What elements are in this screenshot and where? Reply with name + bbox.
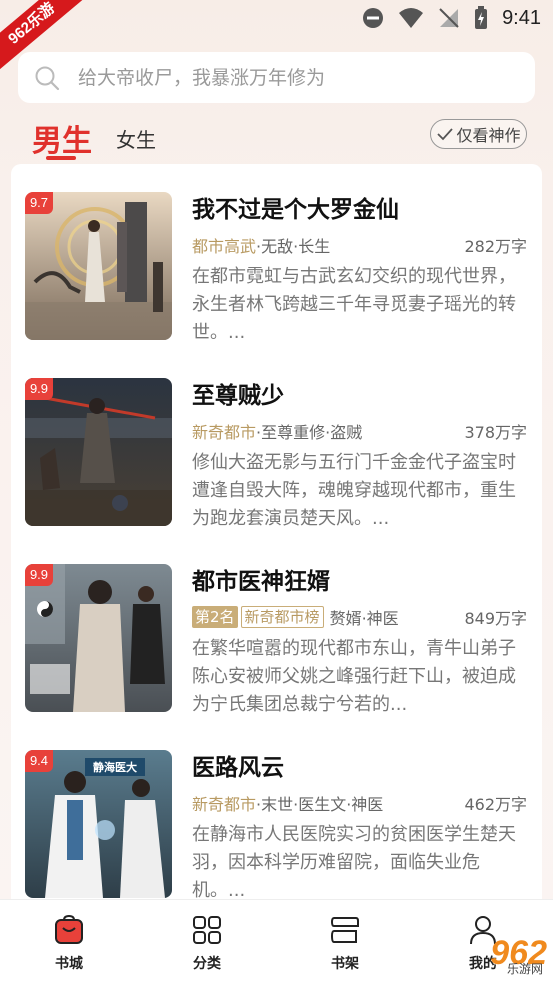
bottom-nav: 书城 分类 书架 我的: [0, 899, 553, 983]
book-title[interactable]: 至尊贼少: [192, 376, 284, 410]
rank-badge: 第2名: [192, 606, 238, 628]
book-tags: 赘婿·神医: [329, 609, 399, 628]
search-icon: [35, 66, 60, 90]
status-time: 9:41: [502, 6, 541, 29]
watermark-subtitle: 乐游网: [506, 962, 543, 976]
book-item[interactable]: 9.9 都市医神狂婿 第2名 新奇都市榜 赘婿·神医 849万字 在繁华喧嚣的现…: [11, 536, 542, 722]
book-title[interactable]: 都市医神狂婿: [192, 562, 330, 596]
book-tags: ·末世·医生文·神医: [256, 795, 384, 814]
book-genre: 新奇都市: [192, 423, 257, 442]
score-badge: 9.7: [25, 192, 53, 214]
do-not-disturb-icon: [363, 8, 384, 28]
nav-bookstore-label: 书城: [55, 956, 83, 972]
score-badge: 9.4: [25, 750, 53, 772]
book-title[interactable]: 医路风云: [192, 748, 284, 782]
book-tags: ·无敌·长生: [256, 237, 331, 256]
book-genre: 都市高武: [192, 237, 257, 256]
book-tags: ·至尊重修·盗贼: [256, 423, 363, 442]
search-input[interactable]: [78, 66, 508, 89]
rank-list-badge[interactable]: 新奇都市榜: [240, 606, 324, 628]
word-count: 282万字: [464, 237, 527, 256]
status-icons: 9:41: [362, 6, 541, 30]
nav-bookshelf-label: 书架: [331, 956, 359, 972]
book-genre: 新奇都市: [192, 795, 257, 814]
book-title[interactable]: 我不过是个大罗金仙: [192, 190, 399, 224]
bookshelf-icon: [330, 917, 359, 943]
cover-image: 静海医大: [25, 750, 172, 898]
no-signal-icon: [439, 8, 459, 28]
book-description: 修仙大盗无影与五行门千金金代子盗宝时遭逢自毁大阵，魂魄穿越现代都市，重生为跑龙套…: [192, 452, 516, 529]
book-meta: 新奇都市 ·至尊重修·盗贼 378万字: [192, 419, 527, 443]
tab-active-indicator: [46, 156, 76, 160]
svg-text:静海医大: 静海医大: [93, 760, 137, 774]
book-description: 在都市霓虹与古武玄幻交织的现代世界，永生者林飞跨越三千年寻觅妻子瑶光的转世。..…: [192, 266, 516, 343]
wifi-icon: [399, 8, 424, 28]
cover-image: [25, 378, 172, 526]
book-meta: 第2名 新奇都市榜 赘婿·神医 849万字: [192, 605, 527, 629]
book-meta: 都市高武 ·无敌·长生 282万字: [192, 233, 527, 257]
search-bar[interactable]: [18, 52, 535, 103]
book-meta: 新奇都市 ·末世·医生文·神医 462万字: [192, 791, 527, 815]
book-description: 在静海市人民医院实习的贫困医学生楚天羽，因本科学历难留院，面临失业危机。...: [192, 824, 516, 900]
nav-bookstore[interactable]: 书城: [29, 914, 109, 973]
check-icon: [437, 128, 454, 141]
nav-bookshelf[interactable]: 书架: [305, 914, 385, 973]
book-item[interactable]: 静海医大 9.4 医路风云 新奇都市 ·末世·医生文·神医 462万字 在静海市…: [11, 722, 542, 900]
book-cover[interactable]: 9.7: [25, 192, 172, 340]
battery-charging-icon: [475, 6, 488, 29]
book-cover[interactable]: 静海医大 9.4: [25, 750, 172, 898]
grid-icon: [193, 916, 221, 944]
word-count: 462万字: [464, 795, 527, 814]
book-description: 在繁华喧嚣的现代都市东山，青牛山弟子陈心安被师父姚之峰强行赶下山，被迫成为宁氏集…: [192, 638, 516, 715]
filter-masterpiece-toggle[interactable]: 仅看神作: [430, 119, 527, 149]
nav-category[interactable]: 分类: [167, 914, 247, 973]
book-item[interactable]: 9.7 我不过是个大罗金仙 都市高武 ·无敌·长生 282万字 在都市霓虹与古武…: [11, 164, 542, 350]
nav-category-label: 分类: [193, 956, 221, 972]
word-count: 378万字: [464, 423, 527, 442]
cover-image: [25, 564, 172, 712]
book-cover[interactable]: 9.9: [25, 378, 172, 526]
status-bar: 962乐游 9:41: [0, 0, 553, 74]
book-item[interactable]: 9.9 至尊贼少 新奇都市 ·至尊重修·盗贼 378万字 修仙大盗无影与五行门千…: [11, 350, 542, 536]
score-badge: 9.9: [25, 378, 53, 400]
tab-female[interactable]: 女生: [116, 124, 156, 153]
tab-male[interactable]: 男生: [32, 116, 92, 160]
bookstore-icon: [55, 914, 83, 944]
word-count: 849万字: [464, 609, 527, 628]
book-cover[interactable]: 9.9: [25, 564, 172, 712]
score-badge: 9.9: [25, 564, 53, 586]
filter-label: 仅看神作: [456, 126, 521, 145]
cover-image: [25, 192, 172, 340]
book-list: 9.7 我不过是个大罗金仙 都市高武 ·无敌·长生 282万字 在都市霓虹与古武…: [11, 164, 542, 900]
